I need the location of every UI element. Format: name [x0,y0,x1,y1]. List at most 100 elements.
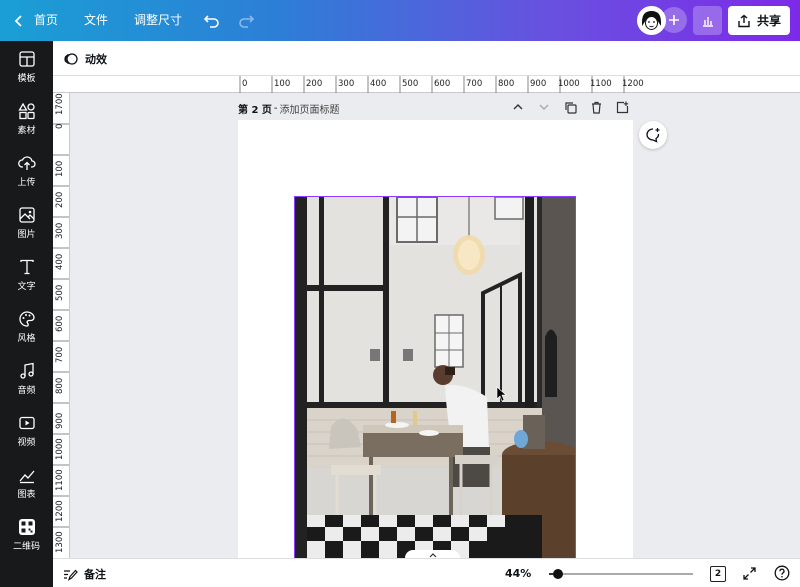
ruler-tick: 900 [530,79,547,89]
left-sidebar: 模板 素材 上传 图片 文字 风格 音频 视频 图表 二维码 [0,41,53,587]
share-upload-icon [738,14,750,27]
vertical-ruler: 1700 0 100 200 300 400 500 600 700 800 9… [53,93,70,558]
animate-label: 动效 [85,52,107,66]
page-count-button[interactable]: 2 [710,566,726,582]
comment-plus-icon [646,128,660,143]
resize-button[interactable]: 调整尺寸 [134,0,182,41]
zoom-slider-handle[interactable] [553,569,563,579]
cafe-photo[interactable] [294,196,576,560]
duplicate-page-icon[interactable] [561,98,579,116]
text-icon [19,259,34,275]
share-button[interactable]: 共享 [728,6,790,35]
ruler-tick: 600 [434,79,451,89]
animate-icon [64,52,78,65]
sidebar-item-elements[interactable]: 素材 [0,93,53,145]
chart-icon [19,470,34,484]
ruler-tick: 1700 [55,93,65,115]
sidebar-item-photos[interactable]: 图片 [0,197,53,249]
fullscreen-icon[interactable] [741,565,757,581]
notes-label: 备注 [84,567,106,581]
ruler-tick: 1000 [558,79,580,89]
move-page-up-icon[interactable] [509,98,527,116]
sidebar-item-uploads[interactable]: 上传 [0,145,53,197]
sidebar-item-qrcode[interactable]: 二维码 [0,509,53,561]
animate-button[interactable]: 动效 [63,41,107,76]
ruler-tick: 300 [55,222,65,239]
sidebar-item-label: 视频 [17,438,36,448]
sidebar-item-videos[interactable]: 视频 [0,405,53,457]
insights-button[interactable] [693,6,722,35]
ruler-tick: 1100 [590,79,612,89]
horizontal-ruler: 0 100 200 300 400 500 600 700 800 900 10… [53,76,800,93]
upload-icon [17,156,36,170]
video-icon [18,416,35,430]
page-number-label: 第 2 页 [238,104,272,116]
sidebar-item-audio[interactable]: 音频 [0,353,53,405]
plus-icon [669,15,679,25]
sidebar-item-label: 文字 [17,282,36,292]
ruler-tick: 1300 [55,531,65,553]
sidebar-item-styles[interactable]: 风格 [0,301,53,353]
back-chevron-icon[interactable] [6,8,32,34]
help-icon[interactable] [773,564,791,582]
sidebar-item-label: 上传 [17,178,36,188]
ruler-tick: 600 [55,315,65,332]
context-toolbar: 动效 [53,41,800,76]
share-label: 共享 [756,14,781,28]
photo-icon [18,207,35,223]
ruler-tick: 400 [370,79,387,89]
ruler-tick: 1200 [55,500,65,522]
ruler-tick: 0 [55,123,65,129]
cafe-photo-image [295,197,575,559]
zoom-percentage[interactable]: 44% [505,559,531,587]
insights-chart-icon [702,16,713,27]
sidebar-item-label: 图表 [17,490,36,500]
move-page-down-icon[interactable] [535,98,553,116]
home-button[interactable]: 首页 [34,0,58,41]
ruler-tick: 800 [498,79,515,89]
ruler-tick: 200 [306,79,323,89]
sidebar-item-label: 素材 [17,126,36,136]
add-comment-button[interactable] [639,121,667,149]
ruler-tick: 0 [242,79,248,89]
palette-icon [18,311,35,327]
file-menu-button[interactable]: 文件 [84,0,108,41]
sidebar-item-label: 模板 [17,74,36,84]
qrcode-icon [18,519,35,535]
zoom-slider[interactable] [549,573,693,575]
template-icon [18,51,35,67]
top-bar: 首页 文件 调整尺寸 共享 [0,0,800,41]
page-separator: - [273,102,278,114]
sidebar-item-label: 二维码 [12,542,40,552]
sidebar-item-charts[interactable]: 图表 [0,457,53,509]
sidebar-item-label: 风格 [17,334,36,344]
elements-icon [17,102,35,120]
ruler-tick: 100 [55,160,65,177]
avatar[interactable] [637,6,666,35]
add-page-title-input[interactable]: 添加页面标题 [280,101,340,116]
ruler-tick: 1000 [55,438,65,460]
bottom-bar: 备注 44% 2 [53,558,800,587]
undo-icon[interactable] [199,8,225,34]
sidebar-item-label: 图片 [17,230,36,240]
ruler-tick: 500 [55,284,65,301]
ruler-tick: 1200 [622,79,644,89]
ruler-tick: 400 [55,253,65,270]
notes-icon [64,569,78,581]
ruler-tick: 700 [55,346,65,363]
ruler-tick: 800 [55,377,65,394]
sidebar-item-templates[interactable]: 模板 [0,41,53,93]
ruler-tick: 1100 [55,469,65,491]
ruler-tick: 200 [55,191,65,208]
ruler-tick: 700 [466,79,483,89]
ruler-tick: 100 [274,79,291,89]
sidebar-item-text[interactable]: 文字 [0,249,53,301]
delete-page-icon[interactable] [587,98,605,116]
ruler-tick: 500 [402,79,419,89]
music-icon [19,362,34,379]
notes-button[interactable]: 备注 [63,559,106,587]
redo-icon[interactable] [233,8,259,34]
ruler-tick: 900 [55,412,65,429]
sidebar-item-label: 音频 [17,386,36,396]
add-page-icon[interactable] [613,98,631,116]
